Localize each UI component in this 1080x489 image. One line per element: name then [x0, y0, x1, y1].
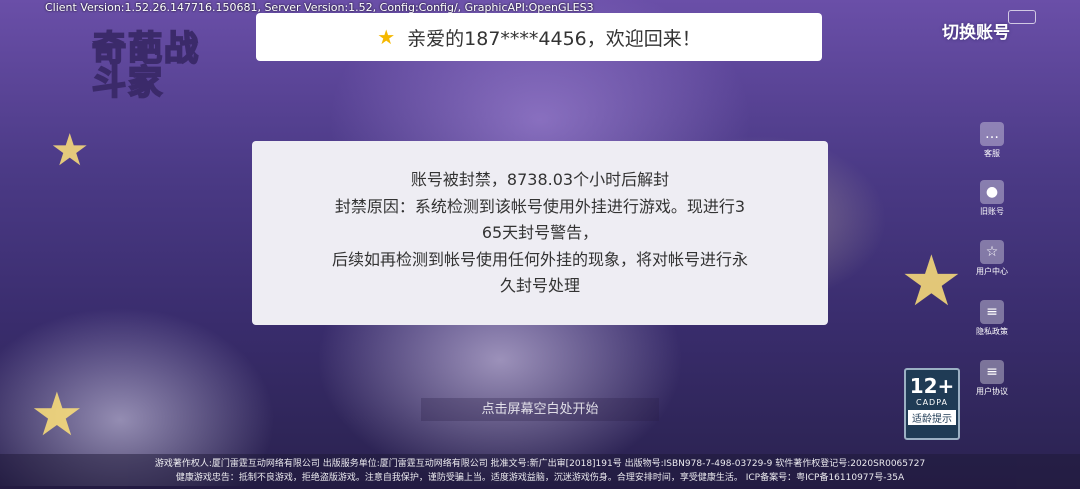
ban-reason-text: 65天封号警告， [481, 223, 599, 242]
welcome-toast: ★ 亲爱的187****4456，欢迎回来！ [256, 13, 822, 61]
health-notice-line: 健康游戏忠告：抵制不良游戏，拒绝盗版游戏。注意自我保护，谨防受骗上当。适度游戏益… [175, 473, 905, 483]
ban-dialog: 账号被封禁，8738.03个小时后解封 封禁原因：系统检测到该帐号使用外挂进行游… [252, 141, 828, 325]
switch-account-button[interactable]: 切换账号 [942, 18, 1010, 43]
copyright-line: 游戏著作权人:厦门雷霆互动网络有限公司 出版服务单位:厦门雷霆互动网络有限公司 … [154, 459, 926, 469]
chat-icon: … [980, 122, 1004, 146]
star-decoration: ★ [50, 125, 90, 176]
side-item-user-agreement[interactable]: ≡ 用户协议 [972, 360, 1012, 397]
side-item-privacy-policy[interactable]: ≡ 隐私政策 [972, 300, 1012, 337]
document-icon: ≡ [980, 360, 1004, 384]
star-icon: ★ [377, 25, 396, 49]
document-icon: ≡ [980, 300, 1004, 324]
side-item-user-center[interactable]: ☆ 用户中心 [972, 240, 1012, 277]
game-logo: 奇葩战斗家 [91, 29, 200, 103]
side-item-label: 旧账号 [980, 207, 1004, 216]
age-rating-badge[interactable]: 12+ CADPA 适龄提示 [904, 368, 960, 440]
star-decoration: ★ [900, 240, 963, 322]
ban-warning-text: 久封号处理 [499, 276, 580, 295]
age-rating-org: CADPA [915, 398, 948, 407]
ban-reason-text: 封禁原因：系统检测到该帐号使用外挂进行游戏。现进行3 [334, 196, 746, 216]
legal-footer: 游戏著作权人:厦门雷霆互动网络有限公司 出版服务单位:厦门雷霆互动网络有限公司 … [0, 454, 1080, 489]
start-hint-text: 点击屏幕空白处开始 [421, 398, 659, 421]
ban-warning-text: 后续如再检测到帐号使用任何外挂的现象，将对帐号进行永 [331, 249, 748, 269]
age-rating-value: 12+ [909, 374, 955, 398]
ban-duration-text: 账号被封禁，8738.03个小时后解封 [410, 170, 670, 189]
side-item-label: 客服 [984, 149, 1000, 158]
battery-icon [1008, 10, 1036, 24]
side-item-customer-service[interactable]: … 客服 [972, 122, 1012, 159]
welcome-text: 亲爱的187****4456，欢迎回来！ [407, 27, 701, 50]
user-star-icon: ☆ [980, 240, 1004, 264]
side-item-label: 隐私政策 [976, 327, 1008, 336]
side-item-label: 用户协议 [976, 387, 1008, 396]
side-item-label: 用户中心 [976, 267, 1008, 276]
age-rating-tip: 适龄提示 [908, 410, 956, 425]
side-item-old-account[interactable]: ● 旧账号 [972, 180, 1012, 217]
user-icon: ● [980, 180, 1004, 204]
